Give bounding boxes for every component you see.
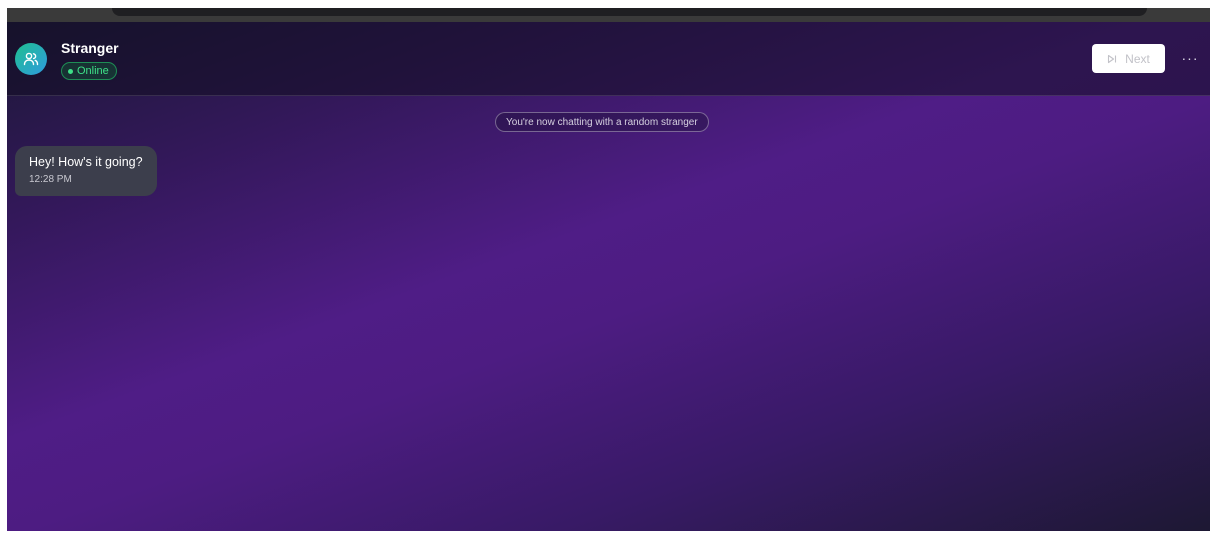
next-button[interactable]: Next [1092, 44, 1165, 73]
skip-forward-icon [1107, 54, 1117, 64]
system-message: You're now chatting with a random strang… [495, 112, 709, 132]
message-bubble: Hey! How's it going? 12:28 PM [15, 146, 157, 196]
chat-header: Stranger Online Next ··· [7, 22, 1210, 96]
browser-top-strip-inner [112, 8, 1147, 16]
next-button-label: Next [1125, 51, 1150, 66]
status-label: Online [77, 65, 109, 77]
browser-top-strip [7, 8, 1210, 22]
ellipsis-icon: ··· [1181, 50, 1199, 66]
message-time: 12:28 PM [29, 174, 72, 185]
system-message-text: You're now chatting with a random strang… [506, 116, 698, 128]
chat-window: Stranger Online Next ··· You're now chat… [7, 8, 1210, 531]
more-options-button[interactable]: ··· [1177, 48, 1203, 68]
message-text: Hey! How's it going? [29, 155, 143, 169]
status-dot [68, 68, 73, 74]
contact-name: Stranger [61, 40, 119, 56]
avatar [15, 43, 47, 75]
status-badge: Online [61, 62, 117, 80]
users-icon [23, 51, 39, 67]
